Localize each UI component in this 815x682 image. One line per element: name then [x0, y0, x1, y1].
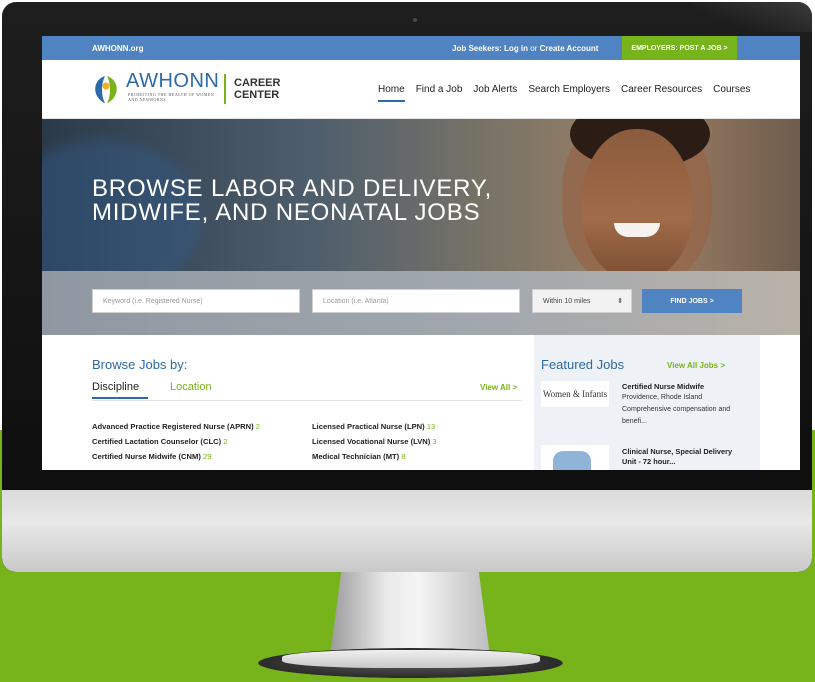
nav-job-alerts[interactable]: Job Alerts — [473, 84, 517, 95]
top-utility-bar: AWHONN.org Job Seekers: Log in or Create… — [42, 36, 800, 60]
hero-headline-line1: BROWSE LABOR AND DELIVERY, — [92, 175, 493, 202]
create-account-link[interactable]: Create Account — [540, 44, 599, 53]
radius-select[interactable]: Within 10 miles ⬍ — [532, 289, 632, 313]
logo-divider — [224, 74, 226, 104]
monitor-chin — [2, 490, 812, 572]
view-all-jobs-link[interactable]: View All Jobs > — [667, 361, 725, 370]
radius-select-value: Within 10 miles — [543, 297, 591, 305]
discipline-column-2: Licensed Practical Nurse (LPN) 13 Licens… — [312, 419, 437, 464]
job-search-bar: Keyword (i.e. Registered Nurse) Location… — [42, 271, 800, 335]
keyword-input[interactable]: Keyword (i.e. Registered Nurse) — [92, 289, 300, 313]
nav-career-resources[interactable]: Career Resources — [621, 84, 702, 95]
tabs-divider — [92, 400, 522, 401]
hero-photo-smile — [614, 223, 660, 237]
tab-discipline[interactable]: Discipline — [92, 381, 149, 399]
hero-photo-face — [582, 129, 692, 271]
nav-search-employers[interactable]: Search Employers — [528, 84, 610, 95]
location-input[interactable]: Location (i.e. Atlanta) — [312, 289, 520, 313]
nav-home[interactable]: Home — [378, 84, 405, 102]
job-count: 2 — [223, 437, 228, 446]
featured-job-title[interactable]: Clinical Nurse, Special Delivery Unit - … — [622, 447, 742, 467]
hero-headline: BROWSE LABOR AND DELIVERY, MIDWIFE, AND … — [92, 177, 492, 225]
job-seekers-links: Job Seekers: Log in or Create Account — [452, 44, 598, 53]
monitor-stand-neck — [330, 560, 490, 656]
job-seekers-label: Job Seekers: — [452, 43, 502, 53]
list-item[interactable]: Licensed Vocational Nurse (LVN) 3 — [312, 434, 437, 449]
job-count: 8 — [401, 452, 406, 461]
job-count: 3 — [432, 437, 437, 446]
monitor-frame: AWHONN.org Job Seekers: Log in or Create… — [2, 2, 812, 572]
employer-logo-women-infants[interactable]: Women & Infants — [541, 381, 609, 407]
browse-jobs-title: Browse Jobs by: — [92, 357, 188, 372]
site-header: AWHONN PROMOTING THE HEALTH OF WOMEN AND… — [42, 60, 800, 119]
logo-tagline: PROMOTING THE HEALTH OF WOMEN AND NEWBOR… — [128, 92, 215, 102]
main-content: Browse Jobs by: Discipline Location View… — [42, 335, 800, 470]
employer-logo-2[interactable] — [541, 445, 609, 470]
or-text: or — [530, 43, 538, 53]
featured-jobs-panel: Featured Jobs View All Jobs > Women & In… — [534, 335, 760, 470]
tab-location[interactable]: Location — [170, 381, 212, 393]
career-center-label: CAREER CENTER — [234, 77, 280, 101]
list-item[interactable]: Licensed Practical Nurse (LPN) 13 — [312, 419, 437, 434]
featured-job-title[interactable]: Certified Nurse Midwife — [622, 382, 704, 392]
employer-logo-mark — [553, 451, 591, 470]
awhonn-logo-icon[interactable] — [92, 74, 120, 104]
camera-dot — [413, 18, 417, 22]
featured-job-snippet: Comprehensive compensation and benefi... — [622, 406, 731, 425]
find-jobs-button[interactable]: FIND JOBS > — [642, 289, 742, 313]
list-item[interactable]: Medical Technician (MT) 8 — [312, 449, 437, 464]
monitor-stand-base — [282, 650, 540, 668]
website-screen: AWHONN.org Job Seekers: Log in or Create… — [42, 36, 800, 470]
logo-wordmark[interactable]: AWHONN — [126, 70, 219, 93]
list-item[interactable]: Certified Lactation Counselor (CLC) 2 — [92, 434, 260, 449]
list-item[interactable]: Certified Nurse Midwife (CNM) 29 — [92, 449, 260, 464]
featured-job-location: Providence, Rhode Island — [622, 394, 703, 401]
bezel-gloss — [692, 2, 812, 32]
awhonn-org-link[interactable]: AWHONN.org — [92, 44, 144, 53]
post-a-job-button[interactable]: EMPLOYERS: POST A JOB > — [622, 36, 737, 60]
main-nav: Home Find a Job Job Alerts Search Employ… — [378, 84, 761, 102]
job-count: 13 — [426, 422, 436, 431]
login-link[interactable]: Log in — [504, 44, 528, 53]
job-count: 29 — [202, 452, 212, 461]
nav-courses[interactable]: Courses — [713, 84, 750, 95]
discipline-column-1: Advanced Practice Registered Nurse (APRN… — [92, 419, 260, 464]
list-item[interactable]: Advanced Practice Registered Nurse (APRN… — [92, 419, 260, 434]
hero-headline-line2: MIDWIFE, AND NEONATAL JOBS — [92, 199, 481, 226]
hero-banner: BROWSE LABOR AND DELIVERY, MIDWIFE, AND … — [42, 119, 800, 271]
job-count: 2 — [255, 422, 260, 431]
center-text: CENTER — [234, 89, 280, 101]
featured-jobs-title: Featured Jobs — [541, 357, 625, 372]
nav-find-a-job[interactable]: Find a Job — [416, 84, 463, 95]
select-arrows-icon: ⬍ — [617, 298, 623, 305]
career-text: CAREER — [234, 77, 281, 89]
view-all-disciplines-link[interactable]: View All > — [480, 383, 517, 392]
